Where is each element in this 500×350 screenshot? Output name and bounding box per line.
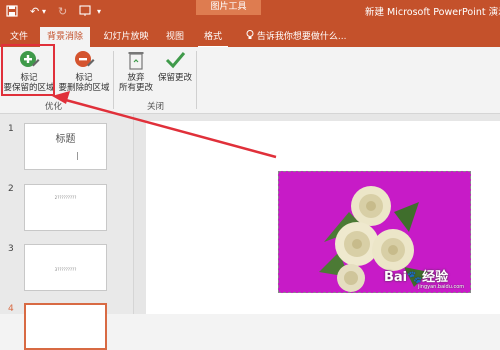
keep-changes-button[interactable]: 保留更改 (155, 49, 195, 83)
slide-number: 1 (8, 124, 14, 134)
discard-line1: 放弃 (127, 73, 145, 83)
slide-thumbnail-2[interactable]: 2????????? (24, 184, 107, 231)
mark-areas-to-remove-button[interactable]: 标记 要删除的区域 (56, 49, 112, 93)
watermark-url: jingyan.baidu.com (418, 284, 465, 290)
slide-number: 4 (8, 304, 14, 314)
slide-number: 2 (8, 184, 14, 194)
baidu-watermark: Bai🐾经验 (384, 266, 448, 285)
mark-remove-line2: 要删除的区域 (58, 83, 110, 93)
slide-number: 3 (8, 244, 14, 254)
discard-all-changes-button[interactable]: 放弃 所有更改 (116, 49, 156, 93)
group-label-close: 关闭 (147, 102, 165, 112)
tell-me-label: 告诉我你想要做什么... (256, 32, 347, 42)
mark-remove-line1: 标记 (75, 73, 93, 83)
redo-icon[interactable]: ↻ (58, 5, 67, 19)
undo-dropdown-icon[interactable]: ▾ (42, 5, 46, 19)
trash-icon (125, 49, 147, 71)
customize-toolbar-icon[interactable]: ▾ (97, 5, 101, 19)
tab-view[interactable]: 视图 (160, 27, 190, 47)
slide-thumbnail-1[interactable]: 标题 (24, 123, 107, 170)
ribbon-panel: 标记 要保留的区域 标记 要删除的区域 优化 放弃 所有更改 保留更改 关闭 (0, 47, 500, 114)
slide-thumbnail-title: 标题 (55, 134, 76, 145)
watermark-brand: Bai (384, 270, 408, 285)
discard-line2: 所有更改 (118, 83, 153, 93)
tell-me-box[interactable]: 告诉我你想要做什么... (246, 27, 346, 47)
keep-changes-label: 保留更改 (157, 73, 192, 83)
red-highlight-box (1, 44, 55, 96)
tab-slideshow[interactable]: 幻灯片放映 (96, 27, 156, 47)
picture-tools-context-label: 图片工具 (196, 0, 261, 15)
ribbon-tabs: 文件 背景消除 幻灯片放映 视图 格式 告诉我你想要做什么... (0, 27, 500, 47)
watermark-brand-suffix: 经验 (422, 270, 449, 285)
group-separator (113, 51, 114, 109)
save-icon[interactable] (6, 5, 18, 21)
text-cursor-mark (77, 152, 78, 160)
presentation-icon[interactable] (79, 5, 91, 21)
lightbulb-icon (246, 30, 257, 42)
slide-thumbnail-4[interactable] (24, 303, 107, 350)
group-separator (196, 51, 197, 109)
paw-icon: 🐾 (407, 270, 423, 284)
title-bar: ↶ ▾ ↻ ▾ 图片工具 新建 Microsoft PowerPoint 演示文 (0, 0, 500, 27)
undo-icon[interactable]: ↶ (30, 5, 39, 19)
window-title: 新建 Microsoft PowerPoint 演示文 (365, 7, 500, 18)
slide-thumbnail-3[interactable]: 3????????? (24, 244, 107, 291)
checkmark-icon (164, 49, 186, 71)
group-label-refine: 优化 (45, 102, 63, 112)
slide-thumbnail-text: 2????????? (54, 195, 77, 200)
minus-pencil-icon (73, 49, 95, 71)
slide-thumbnails-pane[interactable]: 1 标题 2 2????????? 3 3????????? 4 (0, 114, 134, 350)
slide-thumbnail-text: 3????????? (54, 267, 77, 272)
tab-format[interactable]: 格式 (198, 27, 228, 47)
